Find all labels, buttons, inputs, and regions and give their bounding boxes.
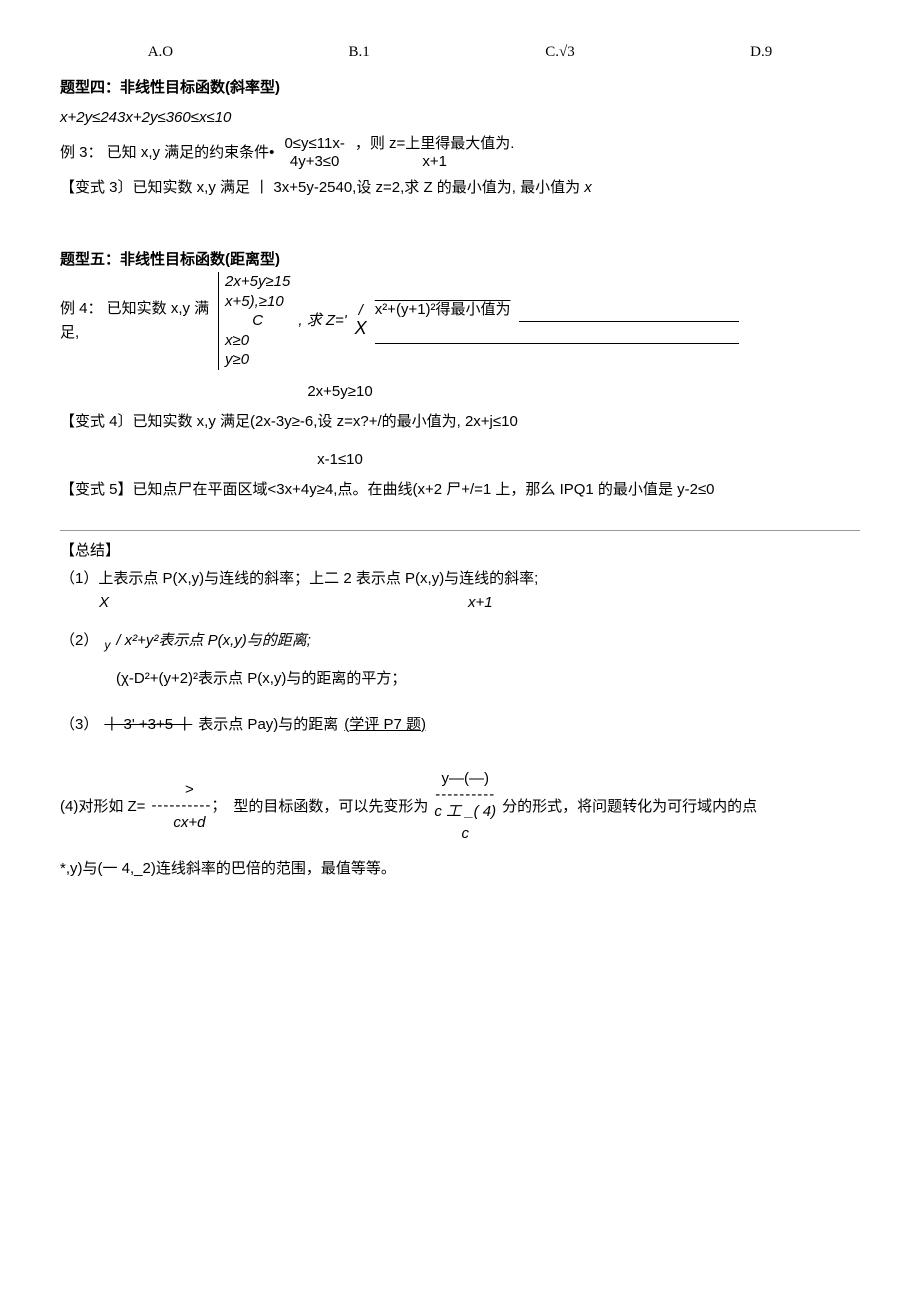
ex4-constraints: 2x+5y≥15 x+5),≥10 C x≥0 y≥0 <box>218 272 290 370</box>
section-4-title: 题型四：非线性目标函数(斜率型) <box>60 76 860 100</box>
ex3-label: 例 3： 已知 x,y 满足的约束条件• <box>60 141 274 165</box>
ex3-tail: ，则 z=上里得最大值为. x+1 <box>355 136 515 170</box>
s1-main: （1）上表示点 P(X,y)与连线的斜率；上二 2 表示点 P(x,y)与连线的… <box>60 567 860 591</box>
variant-3: 【变式 3〕已知实数 x,y 满足 丨 3x+5y-2540,设 z=2,求 Z… <box>60 176 860 200</box>
s4-mid1: 型的目标函数，可以先变形为 <box>233 795 428 819</box>
ex4-label1: 例 4： 已知实数 x,y 满 <box>60 300 209 317</box>
ex4-c3: C <box>225 311 290 331</box>
s1-sub2: x+1 <box>468 591 493 615</box>
summary-3: （3） 丨 3' +3+5 丨 表示点 Pay)与的距离 (学评 P7 题) <box>60 713 860 737</box>
option-b: B.1 <box>349 40 370 64</box>
ex4-bigx: X <box>355 318 367 338</box>
s4-pre: (4)对形如 Z= <box>60 795 145 819</box>
var3-x: x <box>584 179 592 196</box>
s4-dash1: ---------- <box>151 797 211 814</box>
summary-2: （2） y / x²+y²表示点 P(x,y)与的距离; <box>60 629 860 653</box>
s4-bot1: cx+d <box>151 815 227 832</box>
summary-5: *,y)与(一 4,_2)连线斜率的巴倍的范围，最值等等。 <box>60 857 860 881</box>
ex4-expr: x²+(y+1)²得最小值为 <box>375 298 511 322</box>
option-c: C.√3 <box>545 40 575 64</box>
blank-line-2 <box>375 328 739 344</box>
s3-main: 表示点 Pay)与的距离 <box>198 713 338 737</box>
ex4-label: 例 4： 已知实数 x,y 满 足, <box>60 297 210 345</box>
variant-5: 【变式 5】已知点尸在平面区域<3x+4y≥4,点。在曲线(x+2 尸+/=1 … <box>60 478 860 502</box>
s2-sub: y <box>104 636 110 655</box>
option-d: D.9 <box>750 40 772 64</box>
summary-2b: (χ-D²+(y+2)²表示点 P(x,y)与的距离的平方； <box>116 667 860 691</box>
var3-bar: 丨 <box>254 179 269 196</box>
ex4-c1: 2x+5y≥15 <box>225 272 290 292</box>
summary-1: （1）上表示点 P(X,y)与连线的斜率；上二 2 表示点 P(x,y)与连线的… <box>60 567 860 615</box>
ex3-tail-sub: x+1 <box>355 153 515 171</box>
ex4-label2: 足, <box>60 324 79 341</box>
s4-top2: y—(—) <box>434 771 496 788</box>
ex4-c2: x+5),≥10 <box>225 292 290 312</box>
divider <box>60 530 860 531</box>
s2-main: / x²+y²表示点 P(x,y)与的距离; <box>116 629 311 653</box>
t4-constraints: x+2y≤243x+2y≤360≤x≤10 <box>60 106 860 130</box>
example-4: 例 4： 已知实数 x,y 满 足, 2x+5y≥15 x+5),≥10 C x… <box>60 272 860 370</box>
s3-strike: 丨 3' +3+5 丨 <box>104 713 192 737</box>
s4-mid2: 分的形式，将问题转化为可行域内的点 <box>502 795 757 819</box>
ex4-slash: / <box>359 302 363 319</box>
s2-label: （2） <box>60 629 98 653</box>
s4-frac1: > ----------； cx+d <box>151 782 227 832</box>
ex3-c1: 0≤y≤11x- <box>284 136 344 153</box>
ex3-tail-text: ，则 z=上里得最大值为. <box>355 136 515 153</box>
s4-frac2: y—(—) ---------- c 工 _( 4) c <box>434 771 496 843</box>
option-a: A.O <box>148 40 173 64</box>
ex4-slash-block: / X <box>355 303 367 338</box>
s3-link: (学评 P7 题) <box>344 713 426 737</box>
ex3-c2: 4y+3≤0 <box>284 153 344 171</box>
s1-sub1: X <box>60 591 148 615</box>
example-3: 例 3： 已知 x,y 满足的约束条件• 0≤y≤11x- 4y+3≤0 ，则 … <box>60 136 860 170</box>
summary-heading: 【总结】 <box>60 539 860 563</box>
s4-dash2: ---------- <box>434 787 496 804</box>
summary-4: (4)对形如 Z= > ----------； cx+d 型的目标函数，可以先变… <box>60 771 860 843</box>
t5-extra: 2x+5y≥10 <box>240 380 440 404</box>
blank-line-1 <box>519 306 739 322</box>
ex4-c4: x≥0 <box>225 331 290 351</box>
section-5-title: 题型五：非线性目标函数(距离型) <box>60 248 860 272</box>
variant-4: 【变式 4〕已知实数 x,y 满足(2x-3y≥-6,设 z=x?+/的最小值为… <box>60 410 860 434</box>
var3-pre: 【变式 3〕已知实数 x,y 满足 <box>60 179 254 196</box>
var3-mid: 3x+5y-2540,设 z=2,求 Z 的最小值为, 最小值为 <box>273 179 584 196</box>
s4-sup: > <box>151 782 227 799</box>
s3-label: （3） <box>60 713 98 737</box>
ex4-c5: y≥0 <box>225 350 290 370</box>
ex4-mid: , 求 Z=' <box>298 309 346 333</box>
s4-bot2a: c 工 _( 4) <box>434 804 496 821</box>
s4-semi: ； <box>211 797 227 814</box>
ex3-constraints: 0≤y≤11x- 4y+3≤0 <box>284 136 344 170</box>
s4-bot2b: c <box>434 826 496 843</box>
options-row: A.O B.1 C.√3 D.9 <box>60 40 860 64</box>
ex4-right: x²+(y+1)²得最小值为 <box>375 298 739 344</box>
t5-mid: x-1≤10 <box>240 448 440 472</box>
